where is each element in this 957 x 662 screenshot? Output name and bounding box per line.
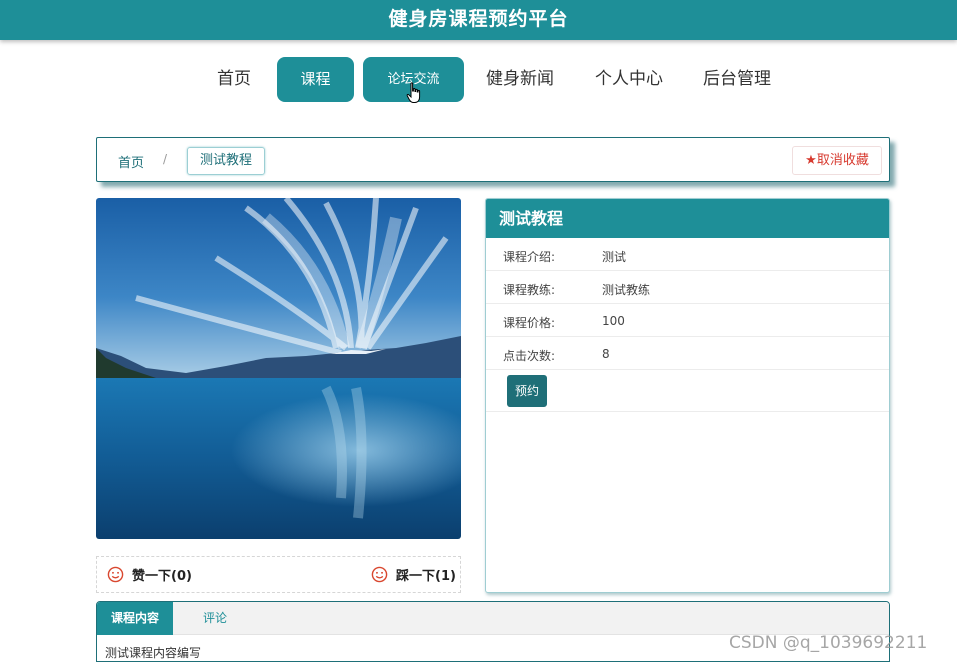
smile-icon: [371, 566, 388, 583]
info-value: 测试教练: [602, 283, 651, 297]
breadcrumb-bar: 首页 / 测试教程 ★取消收藏: [96, 137, 890, 182]
unfavorite-button[interactable]: ★取消收藏: [792, 146, 882, 175]
info-row: 点击次数: 8: [486, 337, 889, 370]
info-row: 课程介绍: 测试: [486, 238, 889, 271]
nav-item-news[interactable]: 健身新闻: [480, 57, 560, 102]
unfavorite-label: 取消收藏: [816, 153, 869, 168]
info-label: 课程价格:: [503, 316, 556, 330]
course-title: 测试教程: [486, 199, 889, 238]
vote-bar: 赞一下(0) 踩一下(1): [96, 556, 461, 593]
tab-course-content[interactable]: 课程内容: [97, 602, 173, 635]
course-image: [96, 198, 461, 539]
breadcrumb-separator: /: [163, 152, 168, 166]
info-value: 100: [602, 314, 625, 328]
nav-item-home[interactable]: 首页: [204, 57, 264, 102]
top-header: 健身房课程预约平台: [0, 0, 957, 40]
watermark: CSDN @q_1039692211: [729, 633, 928, 653]
hand-cursor-icon: [406, 82, 421, 103]
tab-bar: 课程内容 评论: [97, 602, 889, 635]
info-row: 课程教练: 测试教练: [486, 271, 889, 304]
nav-item-admin[interactable]: 后台管理: [697, 57, 777, 102]
smile-icon: [107, 566, 124, 583]
info-label: 点击次数:: [503, 349, 556, 363]
book-row: 预约: [486, 370, 889, 412]
course-info-panel: 测试教程 课程介绍: 测试 课程教练: 测试教练 课程价格: 100 点击次数:…: [485, 198, 890, 593]
star-icon: ★: [805, 153, 817, 168]
like-label: 赞一下(0): [132, 569, 192, 584]
info-row: 课程价格: 100: [486, 304, 889, 337]
nav-item-profile[interactable]: 个人中心: [589, 57, 669, 102]
info-label: 课程介绍:: [503, 250, 556, 264]
course-content-text: 测试课程内容编写: [105, 646, 202, 660]
info-value: 8: [602, 347, 610, 361]
site-title: 健身房课程预约平台: [388, 8, 569, 30]
info-value: 测试: [602, 250, 627, 264]
book-button[interactable]: 预约: [507, 375, 547, 407]
nav-item-courses[interactable]: 课程: [277, 57, 354, 102]
dislike-button[interactable]: 踩一下(1): [371, 566, 456, 586]
breadcrumb-current: 测试教程: [187, 147, 265, 175]
breadcrumb-home-link[interactable]: 首页: [118, 152, 144, 171]
tab-comments[interactable]: 评论: [203, 602, 227, 635]
info-label: 课程教练:: [503, 283, 556, 297]
main-nav: 首页 课程 论坛交流 健身新闻 个人中心 后台管理: [0, 57, 957, 103]
like-button[interactable]: 赞一下(0): [107, 566, 192, 586]
dislike-label: 踩一下(1): [396, 569, 456, 584]
